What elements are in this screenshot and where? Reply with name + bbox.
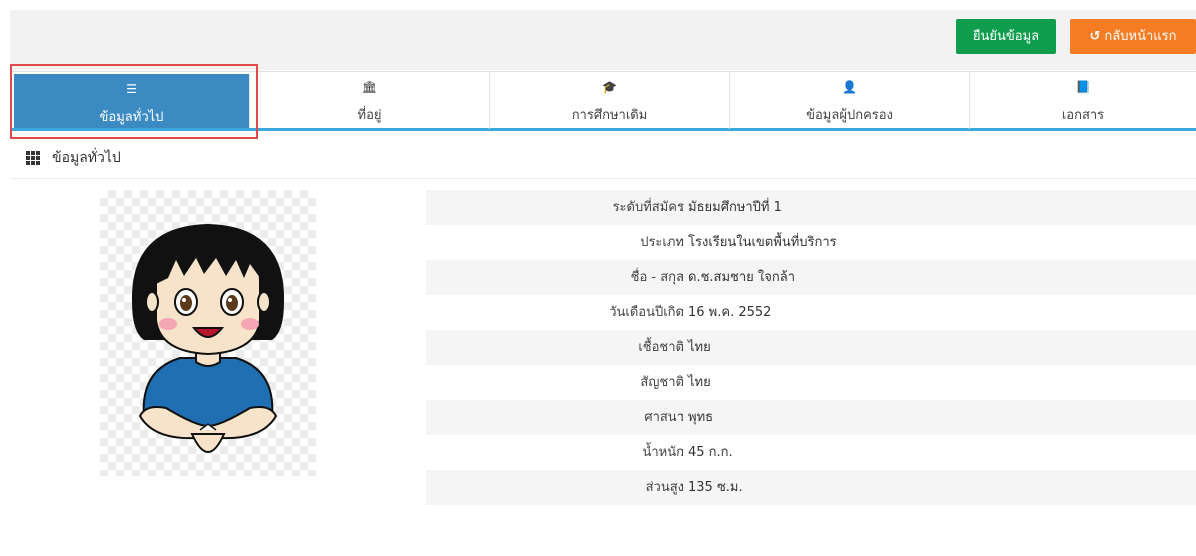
field-label: ประเภท bbox=[640, 235, 684, 250]
info-row: ระดับที่สมัคร: มัธยมศึกษาปีที่ 1 bbox=[426, 190, 1196, 225]
info-row: วันเดือนปีเกิด: 16 พ.ค. 2552 bbox=[426, 295, 1196, 330]
field-value: 16 พ.ค. 2552 bbox=[688, 305, 772, 320]
tab-label: ข้อมูลทั่วไป bbox=[99, 110, 164, 125]
field-label: น้ำหนัก bbox=[642, 445, 684, 460]
info-row: ประเภท: โรงเรียนในเขตพื้นที่บริการ bbox=[426, 225, 1196, 260]
tab-label: ข้อมูลผู้ปกครอง bbox=[806, 108, 893, 123]
page: ▔ ยืนยันข้อมูล ↺ กลับหน้าแรก ☰ ข้อมูลทั่ว… bbox=[0, 0, 1196, 556]
confirm-button-label: ยืนยันข้อมูล bbox=[972, 29, 1040, 44]
bank-icon: 🏛 bbox=[361, 80, 378, 94]
list-icon: ☰ bbox=[126, 82, 137, 96]
field-value: มัธยมศึกษาปีที่ 1 bbox=[688, 200, 782, 215]
info-row: เชื้อชาติ: ไทย bbox=[426, 330, 1196, 365]
field-value: ไทย bbox=[688, 340, 711, 355]
field-value: ด.ช.สมชาย ใจกล้า bbox=[688, 270, 796, 285]
cartoon-boy-image bbox=[131, 224, 285, 453]
field-value: พุทธ bbox=[688, 410, 714, 425]
grid-icon bbox=[26, 151, 40, 165]
top-toolbar: ยืนยันข้อมูล ↺ กลับหน้าแรก bbox=[10, 10, 1196, 70]
tab-documents[interactable]: 📘 เอกสาร bbox=[970, 72, 1196, 129]
top-edge-mark: ▔ bbox=[0, 0, 10, 9]
student-photo bbox=[100, 190, 316, 476]
info-row: สัญชาติ: ไทย bbox=[426, 365, 1196, 400]
field-label: เชื้อชาติ bbox=[638, 340, 684, 355]
field-value: 135 ซ.ม. bbox=[688, 480, 743, 495]
tab-label: ที่อยู่ bbox=[357, 108, 382, 123]
book-icon: 📘 bbox=[1075, 80, 1091, 94]
undo-icon: ↺ bbox=[1089, 29, 1101, 44]
general-info-list: ระดับที่สมัคร: มัธยมศึกษาปีที่ 1 ประเภท:… bbox=[426, 190, 1196, 505]
confirm-data-button[interactable]: ยืนยันข้อมูล bbox=[956, 19, 1056, 54]
section-header: ข้อมูลทั่วไป bbox=[10, 141, 1196, 179]
info-row: ชื่อ - สกุล: ด.ช.สมชาย ใจกล้า bbox=[426, 260, 1196, 295]
field-value: ไทย bbox=[688, 375, 711, 390]
field-value: 45 ก.ก. bbox=[688, 445, 733, 460]
info-row: น้ำหนัก: 45 ก.ก. bbox=[426, 435, 1196, 470]
back-home-button[interactable]: ↺ กลับหน้าแรก bbox=[1070, 19, 1196, 54]
info-row: ศาสนา: พุทธ bbox=[426, 400, 1196, 435]
field-label: สัญชาติ bbox=[640, 375, 684, 390]
tab-address[interactable]: 🏛 ที่อยู่ bbox=[250, 72, 490, 129]
tab-bar: ☰ ข้อมูลทั่วไป 🏛 ที่อยู่ 🎓 การศึกษาเดิม … bbox=[10, 71, 1196, 131]
field-label: วันเดือนปีเกิด bbox=[609, 305, 684, 320]
info-row: ส่วนสูง: 135 ซ.ม. bbox=[426, 470, 1196, 505]
field-label: ส่วนสูง bbox=[645, 480, 684, 495]
field-value: โรงเรียนในเขตพื้นที่บริการ bbox=[688, 235, 837, 250]
home-button-label: กลับหน้าแรก bbox=[1104, 29, 1177, 44]
graduation-cap-icon: 🎓 bbox=[602, 80, 617, 94]
tab-general-info[interactable]: ☰ ข้อมูลทั่วไป bbox=[14, 74, 250, 128]
field-label: ศาสนา bbox=[644, 410, 684, 425]
field-label: ชื่อ - สกุล bbox=[630, 270, 684, 285]
tab-label: การศึกษาเดิม bbox=[571, 108, 648, 123]
section-title: ข้อมูลทั่วไป bbox=[52, 150, 121, 166]
user-icon: 👤 bbox=[842, 80, 857, 94]
field-label: ระดับที่สมัคร bbox=[612, 200, 684, 215]
tab-label: เอกสาร bbox=[1061, 108, 1105, 123]
tab-guardian-info[interactable]: 👤 ข้อมูลผู้ปกครอง bbox=[730, 72, 970, 129]
tab-previous-education[interactable]: 🎓 การศึกษาเดิม bbox=[490, 72, 730, 129]
